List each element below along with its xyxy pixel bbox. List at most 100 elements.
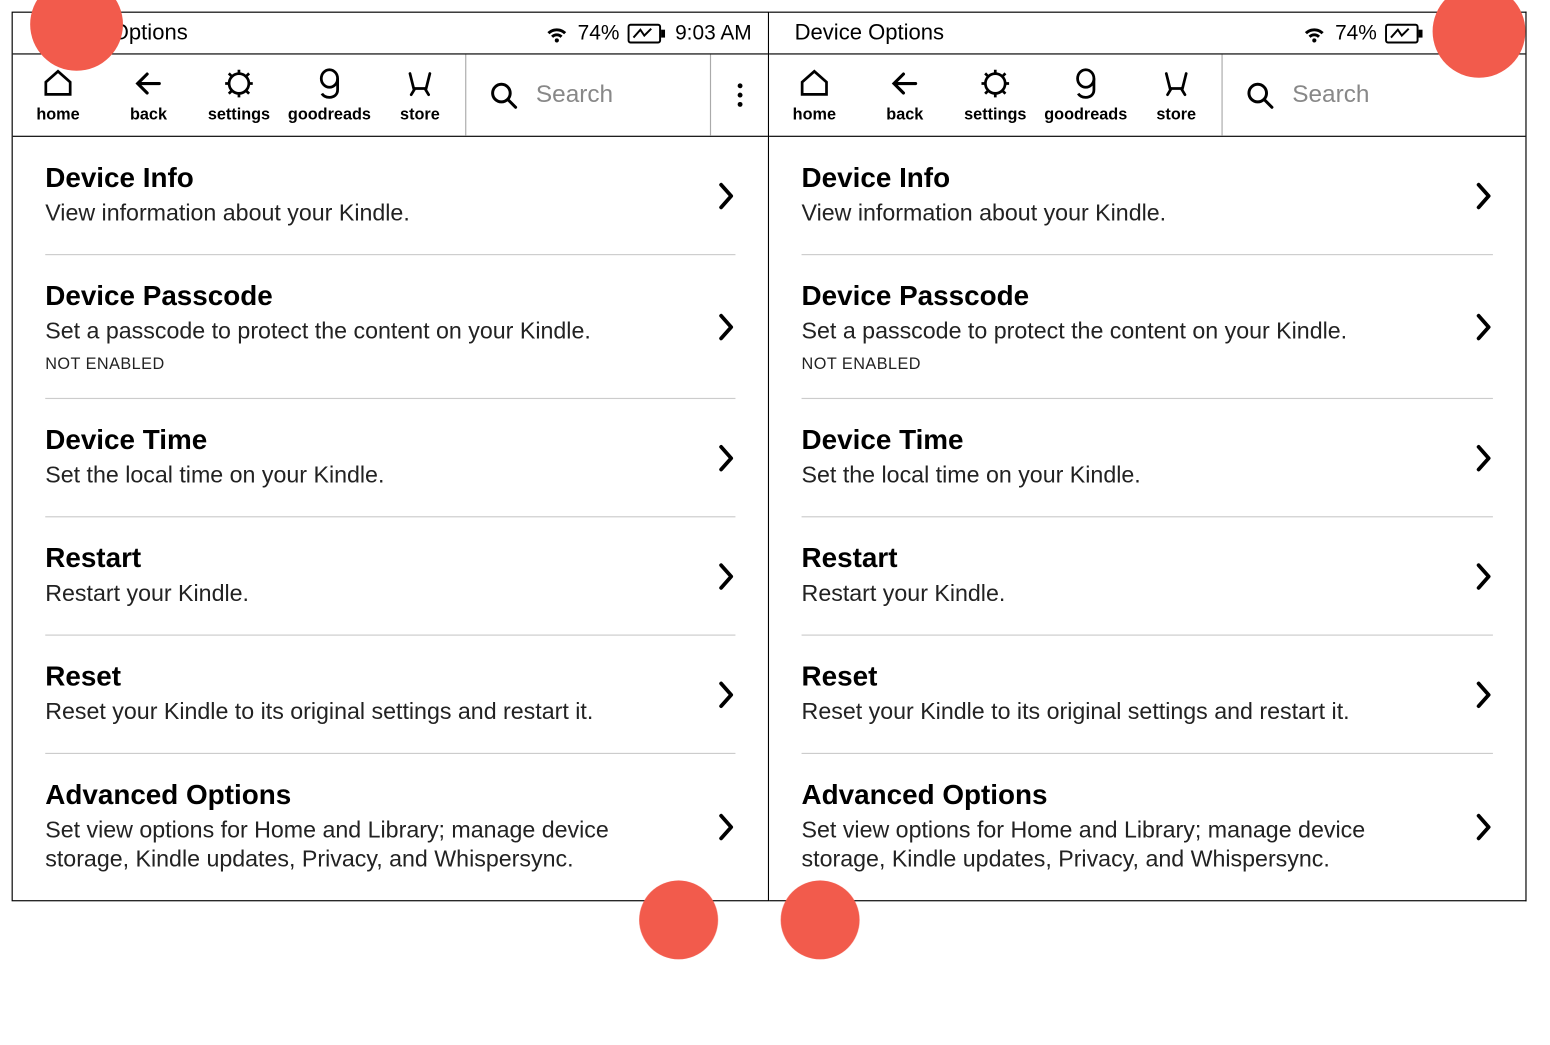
row-description: Set view options for Home and Library; m…: [802, 817, 1454, 875]
row-status: NOT ENABLED: [802, 354, 1454, 373]
settings-list: Device Info View information about your …: [13, 137, 768, 900]
annotation-dot: [639, 880, 718, 959]
chevron-right-icon: [717, 443, 736, 473]
settings-row[interactable]: Reset Reset your Kindle to its original …: [45, 636, 735, 754]
toolbar: home back settings goodreads store: [769, 53, 1525, 137]
kebab-icon: [735, 81, 744, 109]
back-button[interactable]: back: [860, 55, 950, 136]
toolbar-label: back: [886, 104, 923, 123]
settings-row[interactable]: Device Info View information about your …: [802, 137, 1493, 255]
row-title: Advanced Options: [45, 780, 696, 812]
row-title: Device Info: [45, 162, 696, 194]
row-description: Restart your Kindle.: [45, 580, 696, 609]
row-description: Set view options for Home and Library; m…: [45, 817, 696, 875]
store-button[interactable]: store: [1131, 55, 1221, 136]
row-title: Device Time: [45, 425, 696, 457]
back-icon: [132, 67, 164, 99]
settings-row[interactable]: Device Passcode Set a passcode to protec…: [802, 255, 1493, 399]
chevron-right-icon: [1474, 561, 1493, 591]
search-box[interactable]: [465, 55, 710, 136]
chevron-right-icon: [717, 561, 736, 591]
row-title: Device Passcode: [802, 281, 1454, 313]
row-title: Restart: [802, 543, 1454, 575]
toolbar-label: back: [130, 104, 167, 123]
chevron-right-icon: [717, 180, 736, 210]
toolbar: home back settings goodreads store: [13, 53, 768, 137]
chevron-right-icon: [1474, 679, 1493, 709]
row-title: Restart: [45, 543, 696, 575]
toolbar-label: store: [1156, 104, 1196, 123]
row-title: Advanced Options: [802, 780, 1454, 812]
status-bar: Device Options 74% 9:03 AM: [769, 13, 1525, 54]
goodreads-icon: [314, 67, 344, 99]
row-status: NOT ENABLED: [45, 354, 696, 373]
chevron-right-icon: [717, 311, 736, 341]
more-menu-button[interactable]: [710, 55, 768, 136]
store-button[interactable]: store: [375, 55, 465, 136]
settings-row[interactable]: Device Info View information about your …: [45, 137, 735, 255]
battery-icon: [1385, 23, 1424, 44]
row-description: View information about your Kindle.: [45, 200, 696, 229]
gear-icon: [223, 67, 255, 99]
settings-row[interactable]: Device Passcode Set a passcode to protec…: [45, 255, 735, 399]
settings-button[interactable]: settings: [194, 55, 284, 136]
row-title: Device Passcode: [45, 281, 696, 313]
row-description: View information about your Kindle.: [802, 200, 1454, 229]
wifi-icon: [1301, 23, 1327, 44]
chevron-right-icon: [1474, 180, 1493, 210]
toolbar-label: goodreads: [1044, 104, 1127, 123]
row-description: Set a passcode to protect the content on…: [802, 318, 1454, 347]
goodreads-button[interactable]: goodreads: [1041, 55, 1131, 136]
clock-time: 9:03 AM: [675, 21, 752, 45]
settings-row[interactable]: Restart Restart your Kindle.: [45, 517, 735, 635]
toolbar-label: settings: [964, 104, 1026, 123]
annotation-dot: [781, 880, 860, 959]
settings-row[interactable]: Advanced Options Set view options for Ho…: [802, 754, 1493, 900]
row-description: Reset your Kindle to its original settin…: [45, 698, 696, 727]
home-icon: [798, 67, 830, 99]
chevron-right-icon: [1474, 311, 1493, 341]
device-screen: Device Options 74% 9:03 AM home back set…: [769, 12, 1526, 902]
settings-row[interactable]: Restart Restart your Kindle.: [802, 517, 1493, 635]
settings-list: Device Info View information about your …: [769, 137, 1525, 900]
settings-button[interactable]: settings: [950, 55, 1040, 136]
cart-icon: [1159, 67, 1194, 99]
chevron-right-icon: [1474, 812, 1493, 842]
home-button[interactable]: home: [769, 55, 859, 136]
settings-row[interactable]: Reset Reset your Kindle to its original …: [802, 636, 1493, 754]
back-icon: [889, 67, 921, 99]
wifi-icon: [544, 23, 570, 44]
toolbar-label: settings: [208, 104, 270, 123]
chevron-right-icon: [1474, 443, 1493, 473]
toolbar-label: goodreads: [288, 104, 371, 123]
goodreads-button[interactable]: goodreads: [284, 55, 374, 136]
settings-row[interactable]: Device Time Set the local time on your K…: [45, 399, 735, 517]
search-input[interactable]: [1292, 81, 1504, 109]
cart-icon: [403, 67, 438, 99]
battery-percent: 74%: [1335, 21, 1377, 45]
back-button[interactable]: back: [103, 55, 193, 136]
gear-icon: [979, 67, 1011, 99]
status-bar: Device Options 74% 9:03 AM: [13, 13, 768, 54]
row-title: Device Info: [802, 162, 1454, 194]
row-title: Device Time: [802, 425, 1454, 457]
home-icon: [42, 67, 74, 99]
search-icon: [487, 79, 519, 111]
row-description: Set the local time on your Kindle.: [802, 462, 1454, 491]
page-title: Device Options: [795, 20, 944, 46]
goodreads-icon: [1071, 67, 1101, 99]
row-description: Restart your Kindle.: [802, 580, 1454, 609]
row-description: Set the local time on your Kindle.: [45, 462, 696, 491]
battery-icon: [628, 23, 667, 44]
toolbar-label: home: [36, 104, 79, 123]
settings-row[interactable]: Device Time Set the local time on your K…: [802, 399, 1493, 517]
search-input[interactable]: [536, 81, 689, 109]
settings-row[interactable]: Advanced Options Set view options for Ho…: [45, 754, 735, 900]
chevron-right-icon: [717, 679, 736, 709]
battery-percent: 74%: [578, 21, 620, 45]
toolbar-label: home: [793, 104, 836, 123]
toolbar-label: store: [400, 104, 440, 123]
row-description: Set a passcode to protect the content on…: [45, 318, 696, 347]
device-screen: Device Options 74% 9:03 AM home back set…: [12, 12, 769, 902]
row-title: Reset: [45, 661, 696, 693]
